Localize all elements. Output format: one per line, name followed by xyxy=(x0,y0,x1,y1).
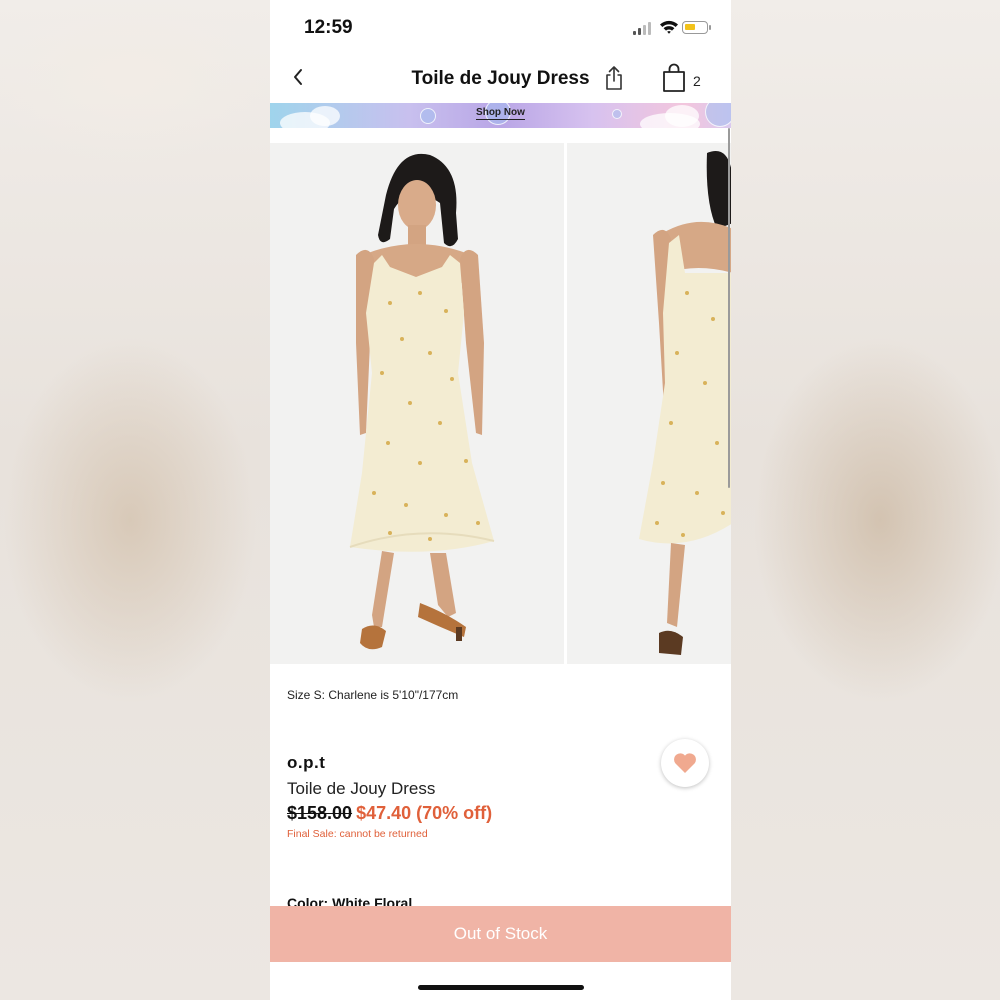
phone-screen: 12:59 Toile de Jouy Dress 2 Shop Now Siz… xyxy=(270,0,731,1000)
final-sale-note: Final Sale: cannot be returned xyxy=(287,828,428,840)
share-icon[interactable] xyxy=(603,64,625,92)
shop-now-link[interactable]: Shop Now xyxy=(270,107,731,120)
promo-banner[interactable]: Shop Now xyxy=(270,103,731,128)
heart-icon xyxy=(674,753,696,773)
favorite-button[interactable] xyxy=(661,739,709,787)
out-of-stock-button[interactable]: Out of Stock xyxy=(270,906,731,962)
carousel-scrollbar xyxy=(728,128,730,488)
product-photo-back[interactable] xyxy=(567,143,731,664)
shopping-bag-icon[interactable] xyxy=(662,63,686,93)
product-image-carousel[interactable] xyxy=(270,143,731,787)
brand-name[interactable]: o.p.t xyxy=(287,753,325,773)
price-row: $158.00 $47.40 (70% off) xyxy=(287,803,492,824)
signal-icon xyxy=(633,22,655,35)
nav-bar: Toile de Jouy Dress 2 xyxy=(270,56,731,102)
original-price: $158.00 xyxy=(287,803,353,823)
status-time: 12:59 xyxy=(304,17,353,38)
model-size-note: Size S: Charlene is 5'10"/177cm xyxy=(287,688,459,702)
status-bar: 12:59 xyxy=(270,0,731,52)
bag-count-badge: 2 xyxy=(693,73,701,89)
product-photo-front[interactable] xyxy=(270,143,564,664)
sale-price: $47.40 (70% off) xyxy=(356,803,493,823)
battery-icon xyxy=(682,21,711,34)
home-indicator[interactable] xyxy=(418,985,584,990)
product-name: Toile de Jouy Dress xyxy=(287,779,436,798)
wifi-icon xyxy=(660,20,678,34)
